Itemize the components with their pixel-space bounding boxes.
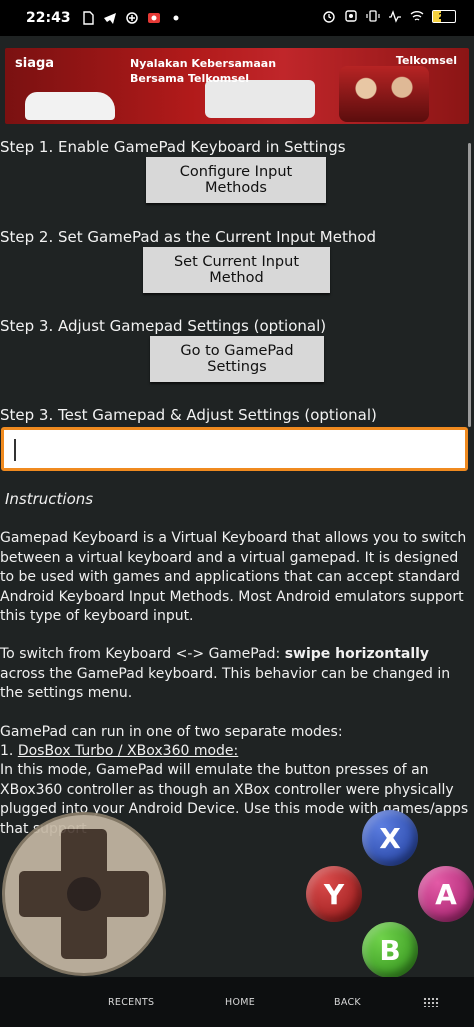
scrollbar[interactable] bbox=[468, 143, 471, 427]
signal-icon bbox=[389, 10, 401, 23]
step-3-label: Step 3. Adjust Gamepad Settings (optiona… bbox=[0, 317, 327, 335]
battery-icon: 21 bbox=[432, 9, 456, 23]
ad-headline: Nyalakan Kebersamaan Bersama Telkomsel bbox=[130, 56, 276, 86]
dpad-center bbox=[67, 877, 101, 911]
data-saver-icon bbox=[345, 10, 357, 22]
navigation-bar: RECENTS HOME BACK bbox=[0, 977, 474, 1027]
test-gamepad-input[interactable] bbox=[1, 427, 468, 471]
home-button[interactable]: HOME bbox=[225, 997, 255, 1008]
b-button[interactable]: B bbox=[362, 922, 418, 978]
telegram-icon bbox=[103, 13, 116, 24]
ad-headline-line1: Nyalakan Kebersamaan bbox=[130, 57, 277, 70]
instructions-title: Instructions bbox=[5, 490, 94, 508]
step-4-label: Step 3. Test Gamepad & Adjust Settings (… bbox=[0, 406, 377, 424]
ad-people-image bbox=[339, 66, 429, 122]
wifi-icon bbox=[410, 11, 424, 21]
step-2-label: Step 2. Set GamePad as the Current Input… bbox=[0, 228, 377, 246]
go-to-gamepad-settings-button[interactable]: Go to GamePad Settings bbox=[150, 336, 324, 382]
swipe-text-bold: swipe horizontally bbox=[284, 646, 430, 663]
ad-headline-line2: Bersama Telkomsel bbox=[130, 72, 250, 85]
ad-brand-right: Telkomsel bbox=[395, 54, 457, 67]
text-caret bbox=[14, 439, 16, 461]
gamepad-app-icon bbox=[125, 12, 138, 24]
mode-1-heading: 1. DosBox Turbo / XBox360 mode: bbox=[0, 742, 474, 761]
instructions-paragraph-2: To switch from Keyboard <-> GamePad: swi… bbox=[0, 645, 474, 703]
battery-level: 21 bbox=[438, 11, 450, 21]
instructions-paragraph-3: GamePad can run in one of two separate m… bbox=[0, 723, 343, 740]
screen-record-icon bbox=[147, 13, 160, 23]
ad-brand-left: siaga bbox=[15, 56, 55, 71]
configure-input-methods-button[interactable]: Configure Input Methods bbox=[146, 157, 326, 203]
status-bar: 22:43 21 bbox=[0, 0, 474, 36]
a-button[interactable]: A bbox=[418, 866, 474, 922]
swipe-text-pre: To switch from Keyboard <-> GamePad: bbox=[0, 646, 285, 663]
mode-1-prefix: 1. bbox=[0, 743, 18, 760]
back-button[interactable]: BACK bbox=[334, 997, 361, 1008]
sim-icon bbox=[82, 11, 94, 25]
instructions-paragraph-1: Gamepad Keyboard is a Virtual Keyboard t… bbox=[0, 530, 467, 625]
dpad[interactable] bbox=[2, 812, 166, 976]
instructions-section: Instructions Gamepad Keyboard is a Virtu… bbox=[0, 490, 474, 858]
set-current-input-method-button[interactable]: Set Current Input Method bbox=[143, 247, 330, 293]
ad-car-image bbox=[25, 92, 115, 120]
dot-icon bbox=[173, 15, 179, 21]
ad-banner[interactable]: siaga Nyalakan Kebersamaan Bersama Telko… bbox=[5, 48, 469, 124]
keyboard-icon[interactable] bbox=[423, 997, 439, 1007]
vibrate-icon bbox=[366, 10, 380, 22]
recents-button[interactable]: RECENTS bbox=[108, 997, 154, 1008]
status-time: 22:43 bbox=[26, 10, 71, 26]
step-1-label: Step 1. Enable GamePad Keyboard in Setti… bbox=[0, 138, 346, 156]
alarm-icon bbox=[323, 11, 335, 23]
mode-1-title: DosBox Turbo / XBox360 mode: bbox=[17, 743, 239, 760]
y-button[interactable]: Y bbox=[306, 866, 362, 922]
swipe-text-post: across the GamePad keyboard. This behavi… bbox=[0, 665, 451, 702]
x-button[interactable]: X bbox=[362, 810, 418, 866]
